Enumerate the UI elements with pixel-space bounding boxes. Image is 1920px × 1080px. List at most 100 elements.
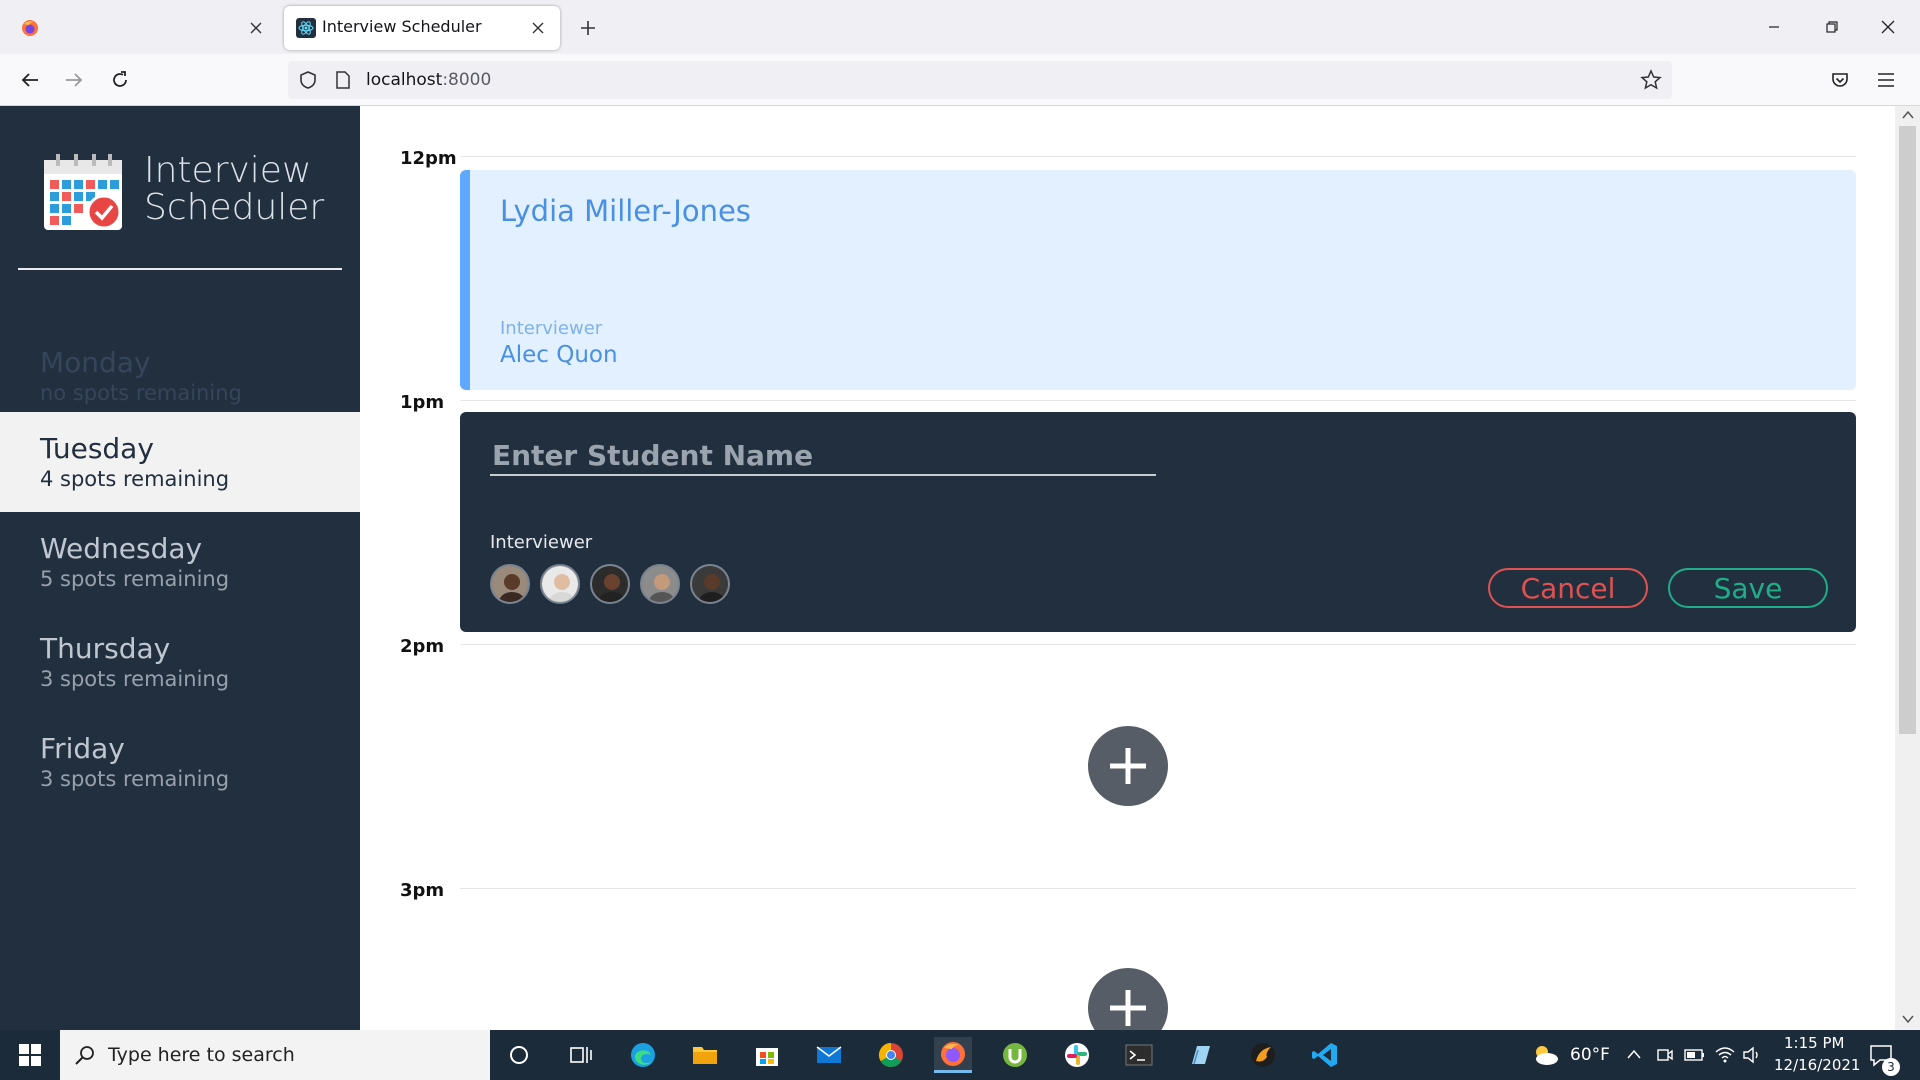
- appointment-card[interactable]: Lydia Miller-Jones Interviewer Alec Quon: [460, 170, 1856, 390]
- volume-icon[interactable]: [1742, 1046, 1762, 1064]
- close-window-button[interactable]: [1870, 10, 1906, 44]
- app-logo-text: Interview Scheduler: [144, 152, 324, 226]
- utorrent-icon[interactable]: [996, 1037, 1034, 1073]
- battery-icon[interactable]: [1684, 1048, 1706, 1062]
- wifi-icon[interactable]: [1714, 1044, 1736, 1064]
- appointment-form: Interviewer Cancel Save: [460, 412, 1856, 632]
- minimize-button[interactable]: [1756, 10, 1792, 44]
- day-item-thursday[interactable]: Thursday 3 spots remaining: [0, 612, 360, 712]
- taskbar-search[interactable]: Type here to search: [60, 1030, 490, 1080]
- close-tab-icon[interactable]: [528, 18, 548, 38]
- student-name-input[interactable]: [490, 436, 1156, 476]
- scrollbar-thumb[interactable]: [1899, 126, 1916, 734]
- slack-icon[interactable]: [1058, 1037, 1096, 1073]
- task-view-icon[interactable]: [562, 1037, 600, 1073]
- menu-icon[interactable]: [1868, 62, 1904, 98]
- logo-line-2: Scheduler: [144, 187, 325, 228]
- microsoft-store-icon[interactable]: [748, 1037, 786, 1073]
- notification-count-badge: 3: [1882, 1058, 1900, 1076]
- url-bar[interactable]: localhost:8000: [288, 61, 1672, 99]
- weather-cloud-icon[interactable]: [1532, 1044, 1560, 1066]
- windows-start-icon[interactable]: [10, 1040, 50, 1070]
- sidebar-divider: [18, 268, 342, 270]
- add-appointment-button[interactable]: [1088, 968, 1168, 1030]
- cortana-icon[interactable]: [500, 1037, 538, 1073]
- chrome-icon[interactable]: [872, 1037, 910, 1073]
- day-spots: 3 spots remaining: [40, 667, 230, 691]
- search-placeholder: Type here to search: [108, 1044, 295, 1066]
- search-icon: [75, 1046, 94, 1065]
- hour-divider: [460, 156, 1856, 157]
- close-tab-icon[interactable]: [246, 18, 266, 38]
- bookmark-star-icon[interactable]: [1640, 69, 1662, 91]
- logo-line-1: Interview: [144, 150, 312, 191]
- time-label-3pm: 3pm: [400, 880, 445, 901]
- terminal-icon[interactable]: [1120, 1037, 1158, 1073]
- hour-divider: [460, 644, 1856, 645]
- react-favicon-icon: [296, 18, 316, 38]
- day-name: Wednesday: [40, 532, 203, 565]
- clock-time[interactable]: 1:15 PM: [1784, 1034, 1844, 1052]
- file-explorer-icon[interactable]: [686, 1037, 724, 1073]
- interviewer-list: [490, 564, 730, 604]
- mail-icon[interactable]: [810, 1037, 848, 1073]
- hour-divider: [460, 888, 1856, 889]
- windows-taskbar: Type here to search 60°F 1:15 PM 12/16/2…: [0, 1030, 1920, 1080]
- reload-button[interactable]: [102, 62, 138, 98]
- chevron-up-icon[interactable]: [1626, 1048, 1642, 1060]
- back-button[interactable]: [12, 62, 48, 98]
- shield-icon[interactable]: [298, 70, 318, 90]
- browser-tab-bar: Interview Scheduler: [0, 0, 1920, 54]
- firefox-taskbar-icon[interactable]: [934, 1037, 972, 1073]
- vscode-icon[interactable]: [1306, 1037, 1344, 1073]
- blender-like-icon[interactable]: [1244, 1037, 1282, 1073]
- interviewer-avatar[interactable]: [640, 564, 680, 604]
- page-icon: [336, 71, 350, 89]
- tab-title: Interview Scheduler: [322, 17, 482, 36]
- appointment-interviewer-label: Interviewer: [500, 318, 603, 339]
- schedule: 12pm Lydia Miller-Jones Interviewer Alec…: [360, 106, 1895, 1030]
- meet-now-icon[interactable]: [1656, 1046, 1674, 1064]
- browser-tab-active[interactable]: Interview Scheduler: [284, 6, 560, 50]
- day-item-friday[interactable]: Friday 3 spots remaining: [0, 712, 360, 812]
- url-text[interactable]: localhost:8000: [366, 70, 491, 90]
- page-scrollbar[interactable]: [1895, 106, 1920, 1030]
- day-item-monday[interactable]: Monday no spots remaining: [0, 326, 360, 426]
- plus-icon: [1110, 748, 1146, 784]
- pocket-icon[interactable]: [1822, 62, 1858, 98]
- plus-icon: [1110, 990, 1146, 1026]
- time-label-12pm: 12pm: [400, 148, 457, 169]
- hour-divider: [460, 400, 1856, 401]
- day-name: Monday: [40, 346, 151, 379]
- weather-temp[interactable]: 60°F: [1570, 1045, 1610, 1065]
- calendar-logo-icon: [44, 154, 122, 230]
- day-item-wednesday[interactable]: Wednesday 5 spots remaining: [0, 512, 360, 612]
- add-appointment-button[interactable]: [1088, 726, 1168, 806]
- time-label-1pm: 1pm: [400, 392, 445, 413]
- save-button[interactable]: Save: [1668, 568, 1828, 608]
- interviewer-avatar[interactable]: [540, 564, 580, 604]
- interviewer-avatar[interactable]: [590, 564, 630, 604]
- restore-button[interactable]: [1814, 10, 1850, 44]
- sidebar: Interview Scheduler Monday no spots rema…: [0, 106, 360, 1030]
- interviewer-avatar[interactable]: [490, 564, 530, 604]
- interviewer-avatar[interactable]: [690, 564, 730, 604]
- time-label-2pm: 2pm: [400, 636, 445, 657]
- day-item-tuesday[interactable]: Tuesday 4 spots remaining: [0, 412, 360, 512]
- scroll-down-arrow-icon[interactable]: [1901, 1012, 1915, 1026]
- appointment-student-name: Lydia Miller-Jones: [500, 194, 751, 228]
- form-interviewer-label: Interviewer: [490, 532, 593, 553]
- interview-scheduler-app: Interview Scheduler Monday no spots rema…: [0, 106, 1920, 1030]
- day-spots: 3 spots remaining: [40, 767, 230, 791]
- clock-date[interactable]: 12/16/2021: [1774, 1056, 1860, 1074]
- day-name: Tuesday: [40, 432, 154, 465]
- scroll-up-arrow-icon[interactable]: [1901, 108, 1915, 122]
- cancel-button[interactable]: Cancel: [1488, 568, 1648, 608]
- notepad-icon[interactable]: [1182, 1037, 1220, 1073]
- browser-tab-inactive[interactable]: [8, 6, 278, 50]
- firefox-icon: [22, 20, 38, 36]
- forward-button[interactable]: [56, 62, 92, 98]
- new-tab-button[interactable]: [574, 14, 602, 42]
- edge-icon[interactable]: [624, 1037, 662, 1073]
- appointment-interviewer-name: Alec Quon: [500, 342, 618, 368]
